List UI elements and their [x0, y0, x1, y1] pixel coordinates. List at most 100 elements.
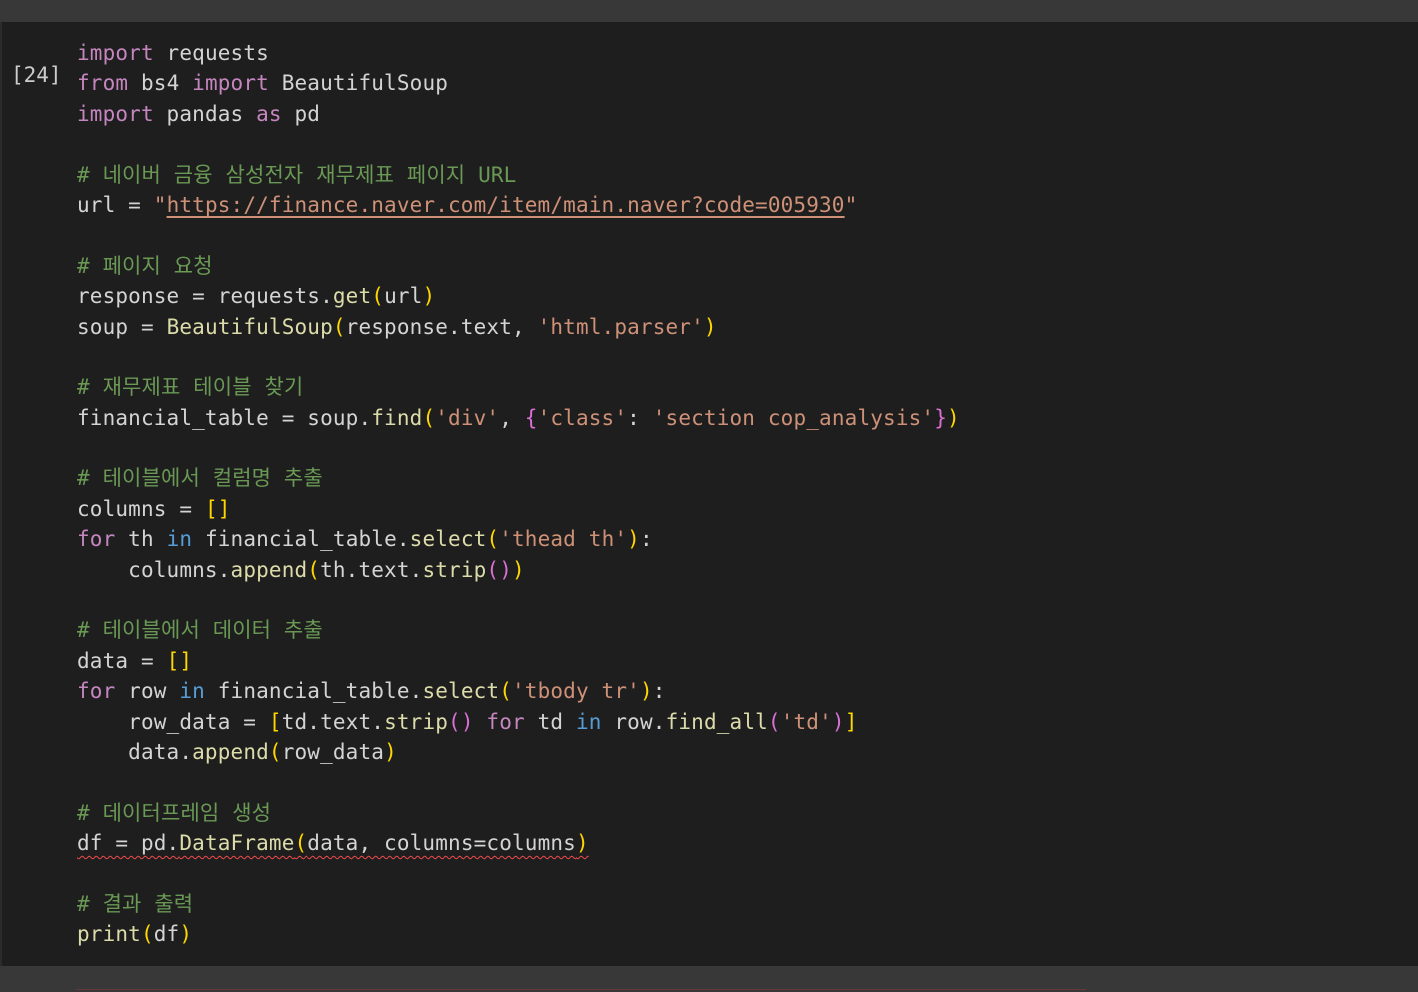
code-token: BeautifulSoup	[268, 71, 449, 96]
code-line: columns.append(th.text.strip())	[77, 555, 960, 585]
code-token: https://finance.naver.com/item/main.nave…	[166, 192, 845, 217]
code-token: (	[371, 284, 385, 309]
code-token: DataFrame	[179, 831, 295, 856]
code-line: # 데이터프레임 생성	[77, 798, 960, 828]
code-token: print	[77, 922, 141, 947]
code-token: data.	[77, 739, 193, 764]
code-token: []	[204, 496, 231, 521]
code-token: import	[77, 41, 154, 65]
code-token: (	[294, 831, 308, 856]
code-token: financial_table.	[204, 679, 423, 704]
code-token: strip	[384, 709, 449, 734]
code-token: )	[384, 739, 397, 764]
code-line: response = requests.get(url)	[77, 281, 960, 311]
code-line: data.append(row_data)	[77, 737, 960, 767]
code-token: pd	[281, 101, 321, 126]
code-token: row	[115, 679, 180, 704]
code-token: pandas	[153, 101, 257, 126]
code-token: find_all	[665, 709, 768, 734]
code-token: )	[575, 831, 589, 856]
code-line: # 테이블에서 컬럼명 추출	[77, 463, 960, 493]
code-token: th	[115, 527, 167, 552]
code-token: data, columns=columns	[307, 831, 576, 856]
code-token: in	[576, 709, 602, 734]
code-token: row_data =	[77, 709, 269, 734]
code-token: find	[371, 405, 423, 430]
code-token: select	[409, 527, 487, 552]
code-token: select	[422, 679, 500, 704]
code-token: (	[499, 679, 512, 704]
code-token: bs4	[128, 71, 193, 96]
code-token: :	[627, 405, 653, 430]
code-line: print(df)	[77, 919, 960, 949]
code-token: 'html.parser'	[537, 314, 704, 339]
code-token: data =	[77, 648, 167, 673]
code-token: append	[192, 739, 269, 764]
code-line: data = []	[77, 646, 960, 676]
code-token: (	[422, 405, 436, 430]
code-token: response.text,	[345, 314, 538, 339]
code-token: for	[486, 709, 525, 734]
code-token: ]	[844, 709, 858, 734]
code-token: columns =	[77, 496, 205, 521]
code-token: {	[524, 405, 538, 430]
code-token: )	[627, 527, 640, 552]
code-line: url = "https://finance.naver.com/item/ma…	[77, 190, 960, 220]
code-token: get	[332, 284, 372, 309]
code-token: financial_table.	[192, 527, 410, 552]
execution-count: [24]	[11, 63, 62, 87]
code-comment: # 결과 출력	[77, 891, 194, 916]
code-token: (	[268, 739, 282, 764]
code-token: columns.	[77, 557, 231, 582]
code-token: th.text.	[320, 557, 423, 582]
code-token: ,	[499, 405, 525, 430]
code-token: td.text.	[281, 709, 385, 734]
code-comment: # 데이터프레임 생성	[77, 800, 272, 825]
code-line: import requests	[77, 38, 960, 68]
code-token: )	[947, 405, 960, 430]
code-token: "	[153, 192, 167, 217]
code-token: 'class'	[537, 405, 628, 430]
code-token: in	[166, 527, 193, 552]
code-token: (	[486, 527, 500, 552]
code-token: ()	[448, 709, 474, 734]
code-token: row_data	[281, 739, 385, 764]
code-line: for th in financial_table.select('thead …	[77, 524, 960, 554]
code-token: df = pd.	[77, 831, 180, 856]
code-token: []	[166, 648, 193, 673]
code-token: append	[230, 557, 308, 582]
code-token: [	[268, 709, 282, 734]
code-token: response = requests.	[77, 284, 333, 309]
code-token: (	[767, 709, 781, 734]
code-line: row_data = [td.text.strip() for td in ro…	[77, 707, 960, 737]
code-line: # 페이지 요청	[77, 251, 960, 281]
code-token: 'td'	[780, 709, 832, 734]
code-token: 'section cop_analysis'	[652, 405, 935, 430]
code-token: row.	[601, 709, 666, 734]
code-token: ()	[486, 557, 513, 582]
code-line: for row in financial_table.select('tbody…	[77, 676, 960, 706]
code-token: )	[639, 679, 653, 704]
code-token: for	[77, 527, 116, 552]
code-comment: # 페이지 요청	[77, 253, 213, 278]
code-token: as	[256, 101, 282, 126]
code-line: df = pd.DataFrame(data, columns=columns)	[77, 828, 960, 858]
code-token: from	[77, 71, 129, 96]
code-token: :	[652, 679, 666, 704]
code-token: url =	[77, 192, 154, 217]
code-line: from bs4 import BeautifulSoup	[77, 68, 960, 98]
code-token: financial_table = soup.	[77, 405, 372, 430]
notebook-toolbar-strip	[0, 0, 1418, 22]
code-token: 'div'	[435, 405, 500, 430]
code-token: (	[307, 557, 321, 582]
code-token: soup =	[77, 314, 167, 339]
code-editor[interactable]: import requests from bs4 import Beautiful…	[77, 38, 960, 950]
code-line: # 네이버 금융 삼성전자 재무제표 페이지 URL	[77, 160, 960, 190]
code-line: soup = BeautifulSoup(response.text, 'htm…	[77, 312, 960, 342]
code-token: import	[77, 101, 154, 126]
